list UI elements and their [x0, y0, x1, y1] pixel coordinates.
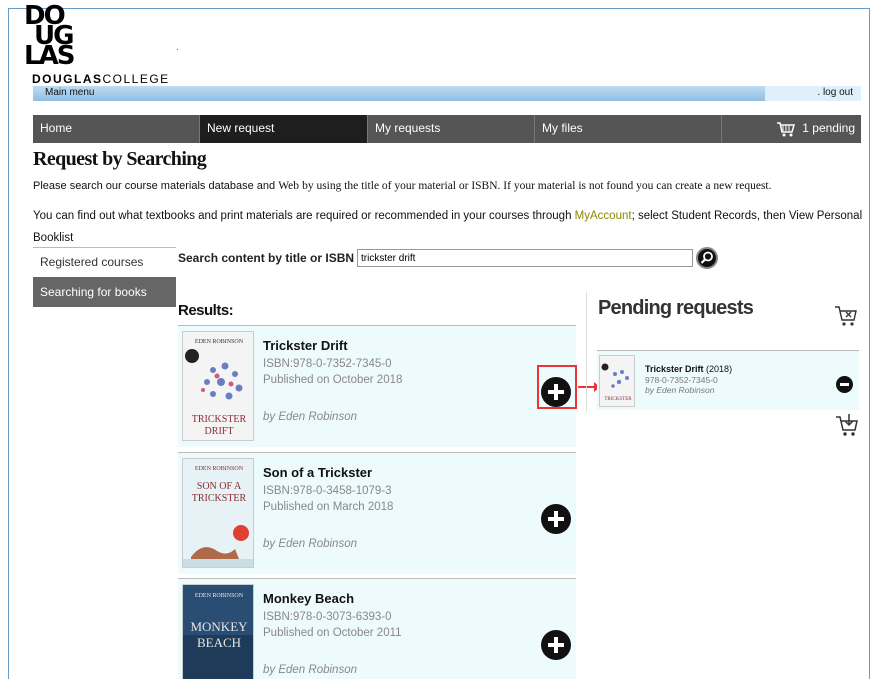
sidebar-item-searching-for-books[interactable]: Searching for books — [33, 277, 176, 307]
search-input[interactable] — [357, 249, 693, 267]
nav-new-request[interactable]: New request — [200, 115, 368, 143]
book-title[interactable]: Son of a Trickster — [263, 465, 372, 480]
result-card: EDEN ROBINSON SON OF A TRICKSTER Son of … — [178, 452, 576, 574]
svg-text:TRICKSTER: TRICKSTER — [192, 493, 247, 504]
pending-item: TRICKSTER Trickster Drift (2018) 978-0-7… — [597, 350, 859, 410]
page-title: Request by Searching — [33, 148, 207, 170]
search-button[interactable] — [696, 247, 718, 269]
results-heading: Results: — [178, 302, 234, 319]
booklist-info: You can find out what textbooks and prin… — [33, 210, 863, 244]
sidebar: Registered courses Searching for books — [33, 247, 176, 307]
header-dot: . — [176, 42, 179, 53]
book-isbn: ISBN:978-0-3073-6393-0 — [263, 611, 392, 623]
book-author: by Eden Robinson — [263, 664, 357, 676]
nav-my-files[interactable]: My files — [535, 115, 722, 143]
nav-pending-requests[interactable]: 1 pending requests — [722, 115, 861, 161]
svg-text:TRICKSTER: TRICKSTER — [192, 414, 247, 425]
result-card: EDEN ROBINSON TRICKSTER DRIFT Trickster … — [178, 325, 576, 447]
pending-book-title: Trickster Drift (2018) — [645, 364, 733, 374]
svg-text:MONKEY: MONKEY — [190, 619, 248, 634]
book-cover: EDEN ROBINSON TRICKSTER DRIFT — [182, 331, 254, 441]
main-nav: Home New request My requests My files 1 … — [33, 115, 861, 161]
svg-text:BEACH: BEACH — [197, 635, 241, 650]
magnifier-icon — [700, 251, 713, 264]
logout-link[interactable]: . log out — [765, 86, 861, 101]
annotation-arrow — [578, 382, 600, 392]
douglas-college-logo[interactable]: DO UG LAS DOUGLASCOLLEGE — [24, 1, 184, 86]
main-menu-link[interactable]: Main menu — [45, 87, 94, 98]
book-isbn: ISBN:978-0-7352-7345-0 — [263, 358, 392, 370]
book-title[interactable]: Monkey Beach — [263, 591, 354, 606]
search-label: Search content by title or ISBN — [178, 251, 355, 265]
add-request-button[interactable] — [541, 630, 571, 660]
intro-text: Please search our course materials datab… — [33, 180, 772, 192]
add-request-button[interactable] — [541, 504, 571, 534]
main-menu-bar: Main menu . log out — [33, 86, 861, 101]
svg-text:EDEN ROBINSON: EDEN ROBINSON — [195, 466, 244, 472]
pending-book-author: by Eden Robinson — [645, 385, 715, 395]
book-cover: EDEN ROBINSON MONKEY BEACH — [182, 584, 254, 679]
result-card: EDEN ROBINSON MONKEY BEACH Monkey Beach … — [178, 578, 576, 679]
column-divider — [586, 292, 587, 412]
svg-text:TRICKSTER: TRICKSTER — [604, 397, 632, 402]
clear-cart-icon[interactable] — [834, 305, 858, 327]
checkout-cart-icon[interactable] — [835, 413, 859, 437]
book-isbn: ISBN:978-0-3458-1079-3 — [263, 485, 392, 497]
svg-text:EDEN ROBINSON: EDEN ROBINSON — [195, 593, 244, 599]
svg-text:SON OF A: SON OF A — [197, 481, 242, 492]
myaccount-link[interactable]: MyAccount — [575, 210, 632, 222]
logo-mark: DO UG LAS — [24, 1, 75, 71]
svg-text:EDEN ROBINSON: EDEN ROBINSON — [195, 339, 244, 345]
remove-request-button[interactable] — [836, 376, 853, 393]
sidebar-item-registered-courses[interactable]: Registered courses — [33, 247, 176, 277]
book-author: by Eden Robinson — [263, 538, 357, 550]
pending-book-cover: TRICKSTER — [599, 355, 635, 407]
book-published: Published on October 2018 — [263, 374, 403, 386]
pending-heading: Pending requests — [598, 297, 754, 319]
highlight-box — [537, 365, 577, 409]
book-title[interactable]: Trickster Drift — [263, 338, 348, 353]
logo-wordmark: DOUGLASCOLLEGE — [32, 72, 170, 86]
book-cover: EDEN ROBINSON SON OF A TRICKSTER — [182, 458, 254, 568]
book-author: by Eden Robinson — [263, 411, 357, 423]
book-published: Published on March 2018 — [263, 501, 394, 513]
nav-my-requests[interactable]: My requests — [368, 115, 535, 143]
cart-icon — [777, 122, 796, 137]
book-published: Published on October 2011 — [263, 627, 402, 639]
svg-text:DRIFT: DRIFT — [205, 426, 234, 437]
pending-book-isbn: 978-0-7352-7345-0 — [645, 375, 718, 385]
nav-home[interactable]: Home — [33, 115, 200, 143]
